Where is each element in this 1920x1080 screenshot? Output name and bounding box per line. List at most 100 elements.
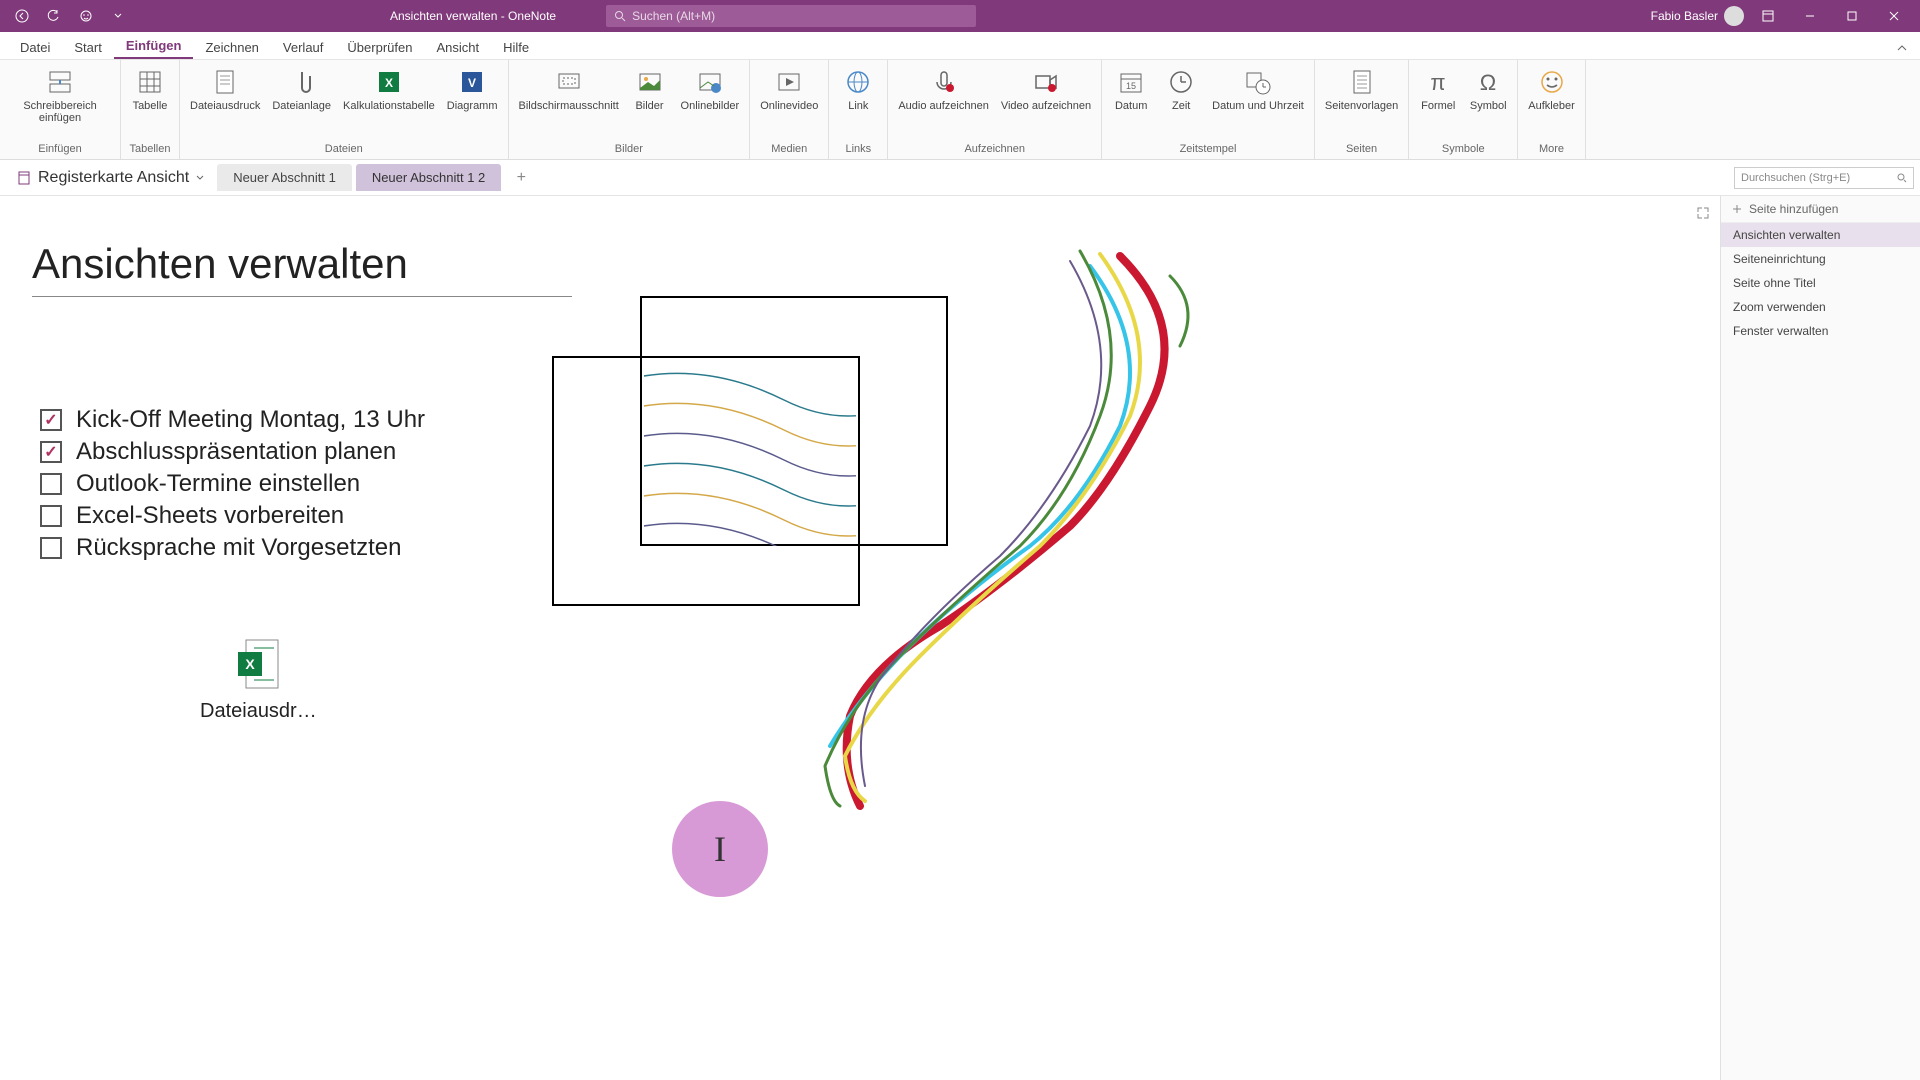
- maximize-button[interactable]: [1834, 4, 1870, 28]
- menu-tab-einfuegen[interactable]: Einfügen: [114, 34, 194, 59]
- ribbon-item-label: Video aufzeichnen: [1001, 100, 1091, 112]
- menu-tab-datei[interactable]: Datei: [8, 36, 62, 59]
- search-icon: [1897, 173, 1907, 183]
- ribbon-item-label: Seitenvorlagen: [1325, 100, 1398, 112]
- checkbox[interactable]: [40, 473, 62, 495]
- ribbon-online-picture-button[interactable]: Onlinebilder: [675, 62, 746, 116]
- ribbon-audio-rec-button[interactable]: Audio aufzeichnen: [892, 62, 995, 116]
- minimize-button[interactable]: [1792, 4, 1828, 28]
- ribbon-group: πFormelΩSymbolSymbole: [1409, 60, 1518, 159]
- ribbon-group-label: Medien: [771, 143, 807, 157]
- checklist-label: Excel-Sheets vorbereiten: [76, 502, 344, 530]
- ribbon-item-label: Diagramm: [447, 100, 498, 112]
- search-pages-placeholder: Durchsuchen (Strg+E): [1741, 172, 1850, 184]
- undo-button[interactable]: [42, 4, 66, 28]
- menu-tab-verlauf[interactable]: Verlauf: [271, 36, 335, 59]
- search-box[interactable]: Suchen (Alt+M): [606, 5, 976, 27]
- checklist[interactable]: Kick-Off Meeting Montag, 13 Uhr Abschluss…: [40, 406, 425, 566]
- titlebar: Ansichten verwalten - OneNote Suchen (Al…: [0, 0, 1920, 32]
- titlebar-right: Fabio Basler: [1651, 4, 1920, 28]
- checklist-item[interactable]: Abschlusspräsentation planen: [40, 438, 425, 466]
- checklist-label: Rücksprache mit Vorgesetzten: [76, 534, 402, 562]
- ribbon-attachment-button[interactable]: Dateianlage: [266, 62, 337, 116]
- menu-tab-hilfe[interactable]: Hilfe: [491, 36, 541, 59]
- ribbon-item-label: Formel: [1421, 100, 1455, 112]
- ribbon-video-button[interactable]: Onlinevideo: [754, 62, 824, 116]
- ribbon-group: Schreibbereich einfügenEinfügen: [0, 60, 121, 159]
- page-list-item[interactable]: Seite ohne Titel: [1721, 271, 1920, 295]
- menu-tab-ueberpruefen[interactable]: Überprüfen: [335, 36, 424, 59]
- notebook-dropdown[interactable]: Registerkarte Ansicht: [8, 165, 213, 191]
- checkbox[interactable]: [40, 441, 62, 463]
- ribbon-date-button[interactable]: 15Datum: [1106, 62, 1156, 116]
- touch-mode-button[interactable]: [74, 4, 98, 28]
- sticker-icon: [1536, 66, 1568, 98]
- date-icon: 15: [1115, 66, 1147, 98]
- checklist-item[interactable]: Kick-Off Meeting Montag, 13 Uhr: [40, 406, 425, 434]
- ribbon-table-button[interactable]: Tabelle: [125, 62, 175, 116]
- datetime-icon: [1242, 66, 1274, 98]
- ribbon-time-button[interactable]: Zeit: [1156, 62, 1206, 116]
- menu-tab-start[interactable]: Start: [62, 36, 113, 59]
- add-section-button[interactable]: +: [509, 166, 533, 190]
- section-tab[interactable]: Neuer Abschnitt 1 2: [356, 164, 501, 191]
- page-list-item[interactable]: Zoom verwenden: [1721, 295, 1920, 319]
- audio-rec-icon: [928, 66, 960, 98]
- ribbon-video-rec-button[interactable]: Video aufzeichnen: [995, 62, 1097, 116]
- file-attachment[interactable]: X Dateiausdr…: [200, 636, 317, 723]
- ribbon-item-label: Schreibbereich einfügen: [10, 100, 110, 124]
- plus-icon: [1731, 203, 1743, 215]
- collapse-ribbon-button[interactable]: [1896, 41, 1908, 59]
- ribbon-item-label: Dateiausdruck: [190, 100, 260, 112]
- checklist-item[interactable]: Rücksprache mit Vorgesetzten: [40, 534, 425, 562]
- cursor-indicator: I: [672, 801, 768, 897]
- expand-page-button[interactable]: [1696, 206, 1710, 225]
- ribbon-link-button[interactable]: Link: [833, 62, 883, 116]
- avatar[interactable]: [1724, 6, 1744, 26]
- video-icon: [773, 66, 805, 98]
- menu-tab-zeichnen[interactable]: Zeichnen: [193, 36, 270, 59]
- svg-text:π: π: [1431, 70, 1446, 95]
- ribbon-template-button[interactable]: Seitenvorlagen: [1319, 62, 1404, 116]
- spreadsheet-icon: X: [373, 66, 405, 98]
- page-list-item[interactable]: Fenster verwalten: [1721, 319, 1920, 343]
- ribbon-picture-button[interactable]: Bilder: [625, 62, 675, 116]
- ribbon-group-label: Tabellen: [130, 143, 171, 157]
- diagram-icon: V: [456, 66, 488, 98]
- ribbon-screenshot-button[interactable]: Bildschirmausschnitt: [513, 62, 625, 116]
- page-title[interactable]: Ansichten verwalten: [32, 240, 572, 297]
- checklist-item[interactable]: Outlook-Termine einstellen: [40, 470, 425, 498]
- page-list-item[interactable]: Ansichten verwalten: [1721, 223, 1920, 247]
- ribbon-spreadsheet-button[interactable]: XKalkulationstabelle: [337, 62, 441, 116]
- ribbon-group-label: Zeitstempel: [1180, 143, 1237, 157]
- add-page-button[interactable]: Seite hinzufügen: [1721, 196, 1920, 223]
- excel-file-icon: X: [234, 636, 282, 692]
- close-button[interactable]: [1876, 4, 1912, 28]
- search-pages-input[interactable]: Durchsuchen (Strg+E): [1734, 167, 1914, 189]
- back-button[interactable]: [10, 4, 34, 28]
- checkbox[interactable]: [40, 409, 62, 431]
- section-tab[interactable]: Neuer Abschnitt 1: [217, 164, 352, 191]
- ribbon-datetime-button[interactable]: Datum und Uhrzeit: [1206, 62, 1310, 116]
- ink-drawing[interactable]: [770, 246, 1270, 831]
- table-icon: [134, 66, 166, 98]
- page-canvas[interactable]: Ansichten verwalten Kick-Off Meeting Mon…: [0, 196, 1720, 1080]
- svg-text:V: V: [468, 76, 476, 90]
- ribbon-group-label: Dateien: [325, 143, 363, 157]
- menu-tabs: Datei Start Einfügen Zeichnen Verlauf Üb…: [0, 32, 1920, 60]
- ribbon-display-button[interactable]: [1750, 4, 1786, 28]
- ribbon-file-print-button[interactable]: Dateiausdruck: [184, 62, 266, 116]
- ribbon-sticker-button[interactable]: Aufkleber: [1522, 62, 1580, 116]
- menu-tab-ansicht[interactable]: Ansicht: [424, 36, 491, 59]
- ribbon-diagram-button[interactable]: V Diagramm: [441, 62, 504, 116]
- svg-text:Ω: Ω: [1480, 70, 1496, 95]
- ribbon-group-label: Links: [845, 143, 871, 157]
- checkbox[interactable]: [40, 537, 62, 559]
- checklist-item[interactable]: Excel-Sheets vorbereiten: [40, 502, 425, 530]
- ribbon-equation-button[interactable]: π Formel: [1413, 62, 1463, 116]
- page-list-item[interactable]: Seiteneinrichtung: [1721, 247, 1920, 271]
- qat-dropdown[interactable]: [106, 4, 130, 28]
- ribbon-symbol-button[interactable]: ΩSymbol: [1463, 62, 1513, 116]
- ribbon-insert-space-button[interactable]: Schreibbereich einfügen: [4, 62, 116, 128]
- checkbox[interactable]: [40, 505, 62, 527]
